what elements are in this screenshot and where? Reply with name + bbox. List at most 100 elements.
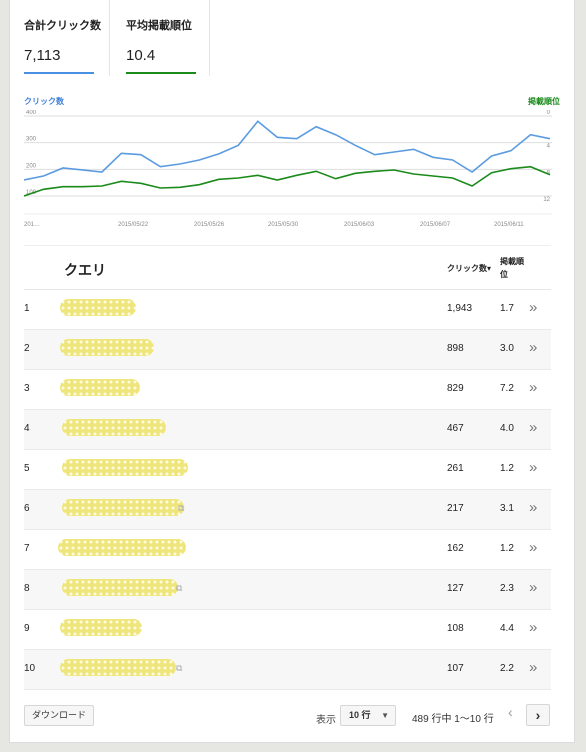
row-clicks: 127 [447,583,464,594]
row-clicks: 261 [447,463,464,474]
row-clicks: 217 [447,503,464,514]
pagination-range: 489 行中 1〜10 行 [412,714,494,725]
performance-line-chart: 400 03004200810012201… 2015/05/22 2015/05/2… [24,110,552,228]
column-header-position[interactable]: 掲載順位 [500,255,528,281]
y-right-tick-label: 4 [547,144,551,150]
metric-avg-position[interactable]: 平均掲載順位 10.4 [109,0,220,76]
metric-color-bar [126,72,196,74]
row-details-icon[interactable]: » [529,579,537,596]
metric-total-clicks[interactable]: 合計クリック数 7,113 [24,0,101,76]
row-details-icon[interactable]: » [529,419,537,436]
metric-tiles: 合計クリック数 7,113 平均掲載順位 10.4 [10,0,220,76]
download-button[interactable]: ダウンロード [24,705,95,726]
row-clicks: 898 [447,343,464,354]
row-rank: 3 [24,383,30,394]
row-position: 1.2 [500,463,514,474]
table-row[interactable]: 5 261 1.2 » [24,450,551,490]
x-tick-label: 2015/05/26 [194,222,225,228]
table-footer: ダウンロード 表示 10 行 ▼ 489 行中 1〜10 行 ‹ › [24,700,551,732]
chart-legend-clicks: クリック数 [24,97,64,106]
y-left-tick-label: 400 [26,110,37,116]
row-details-icon[interactable]: » [529,539,537,556]
redacted-query[interactable] [62,459,188,476]
row-position: 4.0 [500,423,514,434]
external-link-icon[interactable]: ⧉ [178,503,184,514]
table-row[interactable]: 7 162 1.2 » [24,530,551,570]
redacted-query[interactable] [62,579,178,596]
row-details-icon[interactable]: » [529,339,537,356]
external-link-icon[interactable]: ⧉ [176,583,182,594]
row-position: 4.4 [500,623,514,634]
x-tick-label: 2015/06/11 [494,222,524,228]
row-position: 3.1 [500,503,514,514]
row-clicks: 108 [447,623,464,634]
redacted-query[interactable] [58,539,186,556]
metric-label: 合計クリック数 [24,20,101,32]
table-row[interactable]: 10 ⧉ 107 2.2 » [24,650,551,690]
x-tick-label: 2015/06/07 [420,222,451,228]
search-analytics-card: 合計クリック数 7,113 平均掲載順位 10.4 クリック数 掲載順位 400… [9,0,575,743]
row-details-icon[interactable]: » [529,459,537,476]
x-tick-label: 2015/05/30 [268,222,299,228]
y-right-tick-label: 12 [543,197,550,203]
row-position: 3.0 [500,343,514,354]
table-row[interactable]: 9 108 4.4 » [24,610,551,650]
rows-per-page-select[interactable]: 10 行 ▼ [340,705,396,726]
row-clicks: 829 [447,383,464,394]
x-tick-label: 201… [24,222,40,228]
column-header-clicks[interactable]: クリック数▾ [447,263,491,274]
row-position: 1.2 [500,543,514,554]
external-link-icon[interactable]: ⧉ [176,663,182,674]
row-rank: 6 [24,503,30,514]
row-clicks: 107 [447,663,464,674]
row-details-icon[interactable]: » [529,659,537,676]
metric-divider [209,0,210,76]
metric-color-bar [24,72,94,74]
redacted-query[interactable] [60,659,176,676]
row-details-icon[interactable]: » [529,299,537,316]
column-header-query[interactable]: クエリ [64,260,106,280]
row-rank: 1 [24,303,30,314]
row-rank: 7 [24,543,30,554]
redacted-query[interactable] [60,379,140,396]
redacted-query[interactable] [62,499,184,516]
row-rank: 4 [24,423,30,434]
table-body: 1 1,943 1.7 » 2 898 3.0 » 3 829 7.2 » 4 467 4.0 » 5 261 1.… [24,290,551,690]
row-position: 2.2 [500,663,514,674]
redacted-query[interactable] [60,339,154,356]
row-rank: 2 [24,343,30,354]
metric-label: 平均掲載順位 [126,20,192,32]
row-rank: 9 [24,623,30,634]
redacted-query[interactable] [62,419,166,436]
metric-value: 7,113 [24,47,61,64]
row-rank: 10 [24,663,36,674]
metric-value: 10.4 [126,47,156,64]
table-row[interactable]: 3 829 7.2 » [24,370,551,410]
table-row[interactable]: 2 898 3.0 » [24,330,551,370]
redacted-query[interactable] [60,619,142,636]
table-row[interactable]: 4 467 4.0 » [24,410,551,450]
redacted-query[interactable] [60,299,136,316]
rows-per-page-label: 表示 [316,715,336,726]
x-tick-label: 2015/06/03 [344,222,375,228]
row-details-icon[interactable]: » [529,619,537,636]
row-position: 1.7 [500,303,514,314]
table-row[interactable]: 8 ⧉ 127 2.3 » [24,570,551,610]
row-details-icon[interactable]: » [529,379,537,396]
chart-legend-position: 掲載順位 [528,97,560,106]
row-rank: 8 [24,583,30,594]
table-header: クエリ クリック数▾ 掲載順位 [24,245,551,290]
x-tick-label: 2015/05/22 [118,222,149,228]
next-page-button[interactable]: › [526,704,550,726]
y-left-tick-label: 300 [26,137,37,143]
y-left-tick-label: 200 [26,163,37,169]
rows-per-page-value: 10 行 [349,710,371,720]
query-table: クエリ クリック数▾ 掲載順位 1 1,943 1.7 » 2 898 3.0 » 3 829 7.… [24,245,551,690]
prev-page-button[interactable]: ‹ [508,704,513,720]
row-details-icon[interactable]: » [529,499,537,516]
series-line-clicks [24,120,551,181]
row-position: 7.2 [500,383,514,394]
table-row[interactable]: 1 1,943 1.7 » [24,290,551,330]
table-row[interactable]: 6 ⧉ 217 3.1 » [24,490,551,530]
row-rank: 5 [24,463,30,474]
